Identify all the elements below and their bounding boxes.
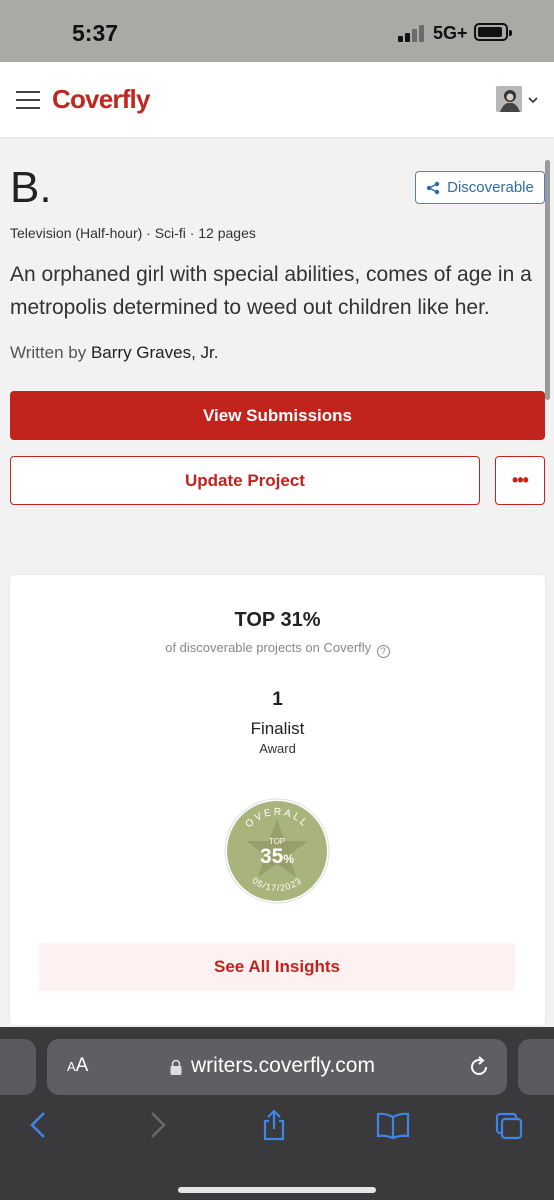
update-project-button[interactable]: Update Project [10, 456, 480, 505]
badge-percent-value: 35 [259, 845, 284, 868]
award-level: Finalist [250, 719, 305, 738]
help-icon[interactable]: ? [376, 645, 390, 658]
tabs-icon[interactable] [494, 1109, 524, 1141]
status-bar: 5:37 5G+ [0, 0, 554, 62]
written-by-prefix: Written by [10, 343, 87, 362]
insights-card: TOP 31% of discoverable projects on Cove… [10, 575, 545, 1025]
network-type: 5G+ [433, 23, 468, 43]
browser-bar: AA writers.coverfly.com [0, 1027, 554, 1200]
rank-caption-text: of discoverable projects on Coverfly [165, 640, 372, 655]
coverfly-logo[interactable]: Coverfly [52, 84, 150, 115]
share-nodes-icon [426, 181, 440, 194]
project-logline: An orphaned girl with special abilities,… [10, 263, 532, 319]
author-name: Barry Graves, Jr. [90, 343, 219, 362]
see-all-insights-button[interactable]: See All Insights [39, 943, 515, 991]
award-type: Award [259, 741, 296, 756]
address-bar[interactable]: AA writers.coverfly.com [47, 1039, 507, 1095]
app-header: Coverfly [0, 62, 554, 137]
user-avatar[interactable] [496, 86, 522, 112]
back-icon[interactable] [24, 1109, 54, 1141]
badge-percent-sign: % [283, 852, 295, 866]
previous-tab-preview[interactable] [0, 1039, 36, 1095]
rank-caption: of discoverable projects on Coverfly ? [10, 640, 545, 658]
discoverable-label: Discoverable [447, 179, 534, 196]
award-count: 1 [272, 689, 283, 710]
share-icon[interactable] [259, 1109, 289, 1141]
text-size-button[interactable]: AA [67, 1055, 88, 1077]
home-indicator[interactable] [178, 1187, 376, 1193]
discoverable-button[interactable]: Discoverable [415, 171, 545, 204]
chevron-down-icon[interactable] [528, 92, 538, 104]
project-title: B. [10, 163, 52, 212]
project-meta: Television (Half-hour) · Sci-fi · 12 pag… [10, 225, 256, 241]
reload-icon[interactable] [467, 1055, 491, 1079]
written-by: Written by Barry Graves, Jr. [10, 343, 218, 363]
ellipsis-icon: ••• [512, 470, 529, 490]
forward-icon[interactable] [142, 1109, 172, 1141]
rank-percentile: TOP 31% [234, 609, 321, 631]
lock-icon [169, 1059, 183, 1076]
battery-icon [474, 23, 512, 41]
hamburger-icon[interactable] [16, 88, 40, 110]
badge-percent: 35% [223, 845, 331, 869]
overall-rank-badge[interactable]: OVERALL 05/17/2023 TOP 35% [223, 797, 331, 905]
status-time: 5:37 [72, 20, 119, 46]
url-text[interactable]: writers.coverfly.com [191, 1054, 375, 1078]
next-tab-preview[interactable] [518, 1039, 554, 1095]
more-options-button[interactable]: ••• [495, 456, 545, 505]
view-submissions-button[interactable]: View Submissions [10, 391, 545, 440]
scrollbar[interactable] [545, 160, 550, 400]
signal-icon [398, 24, 428, 42]
bookmarks-icon[interactable] [376, 1109, 410, 1141]
